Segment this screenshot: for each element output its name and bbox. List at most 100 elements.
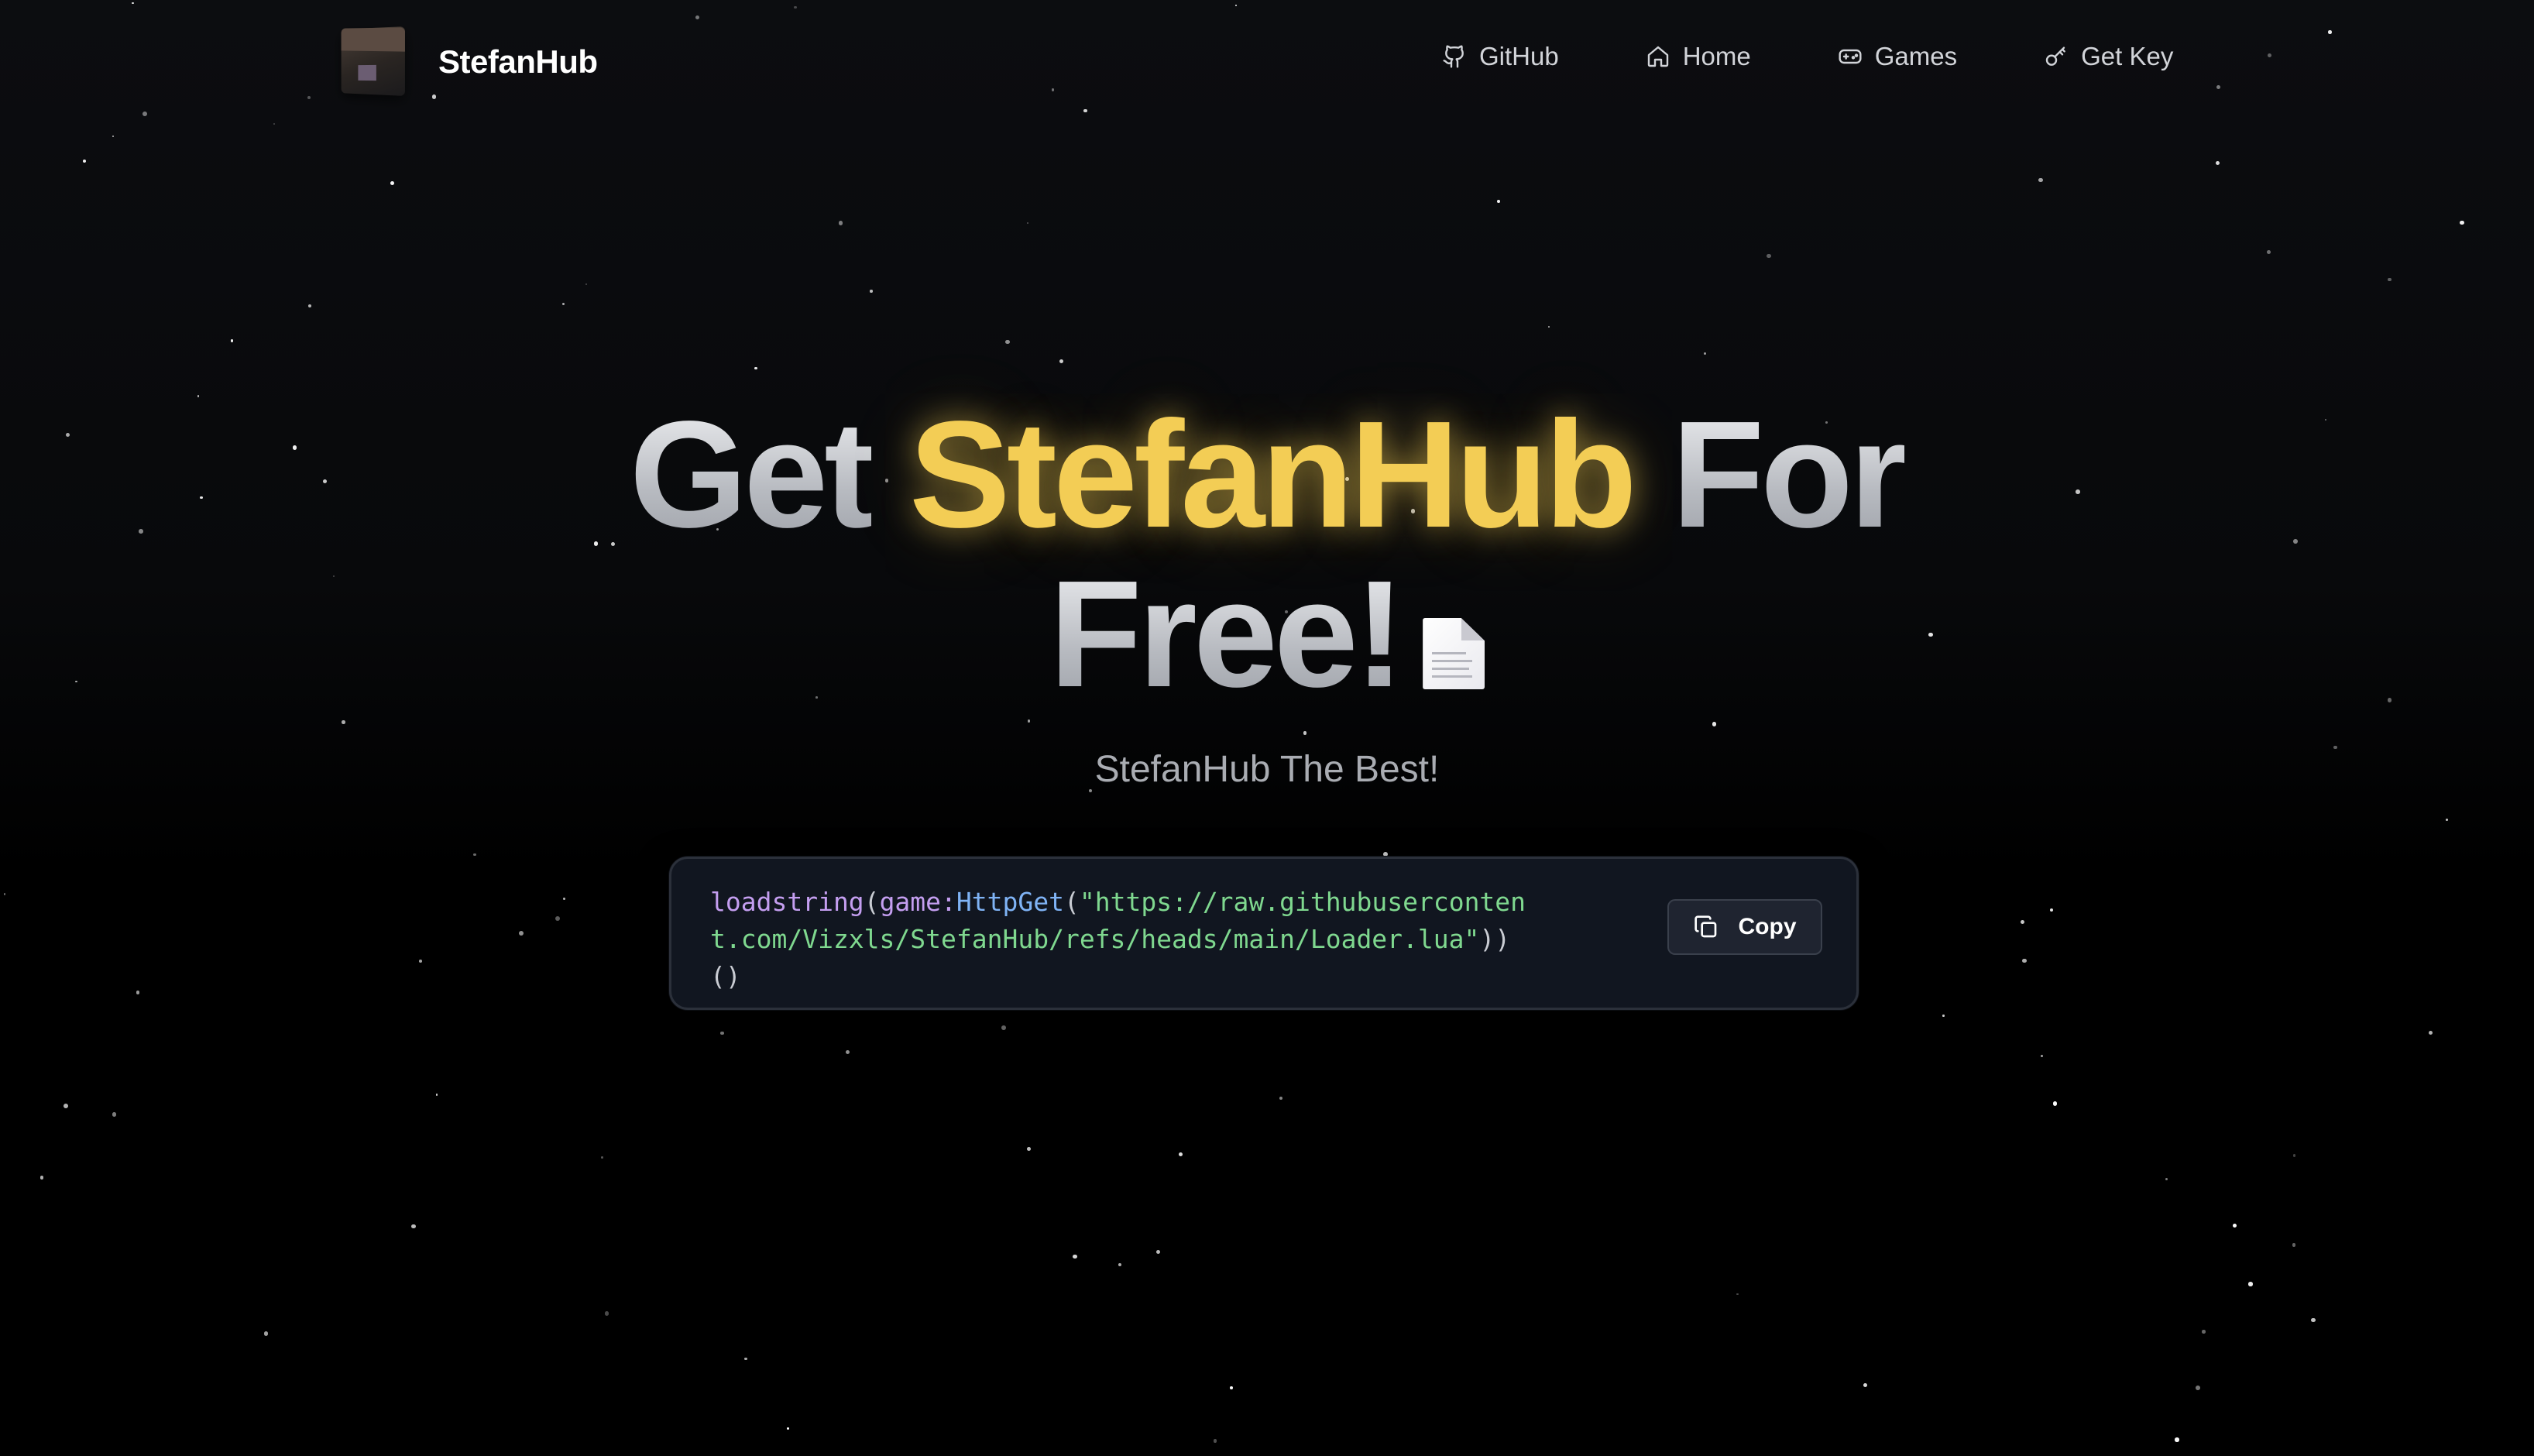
star [4, 893, 6, 895]
headline-part-2: For [1671, 390, 1908, 559]
hero-subtitle: StefanHub The Best! [1094, 749, 1440, 790]
star [2388, 278, 2392, 282]
star [1213, 1439, 1217, 1443]
nav-link-home[interactable]: Home [1646, 42, 1751, 71]
hero-section: Get StefanHub For Free! StefanHub The Be… [0, 395, 2534, 791]
copy-button-label: Copy [1738, 914, 1797, 939]
star [2292, 1153, 2296, 1157]
star [308, 304, 312, 307]
star [2022, 958, 2027, 963]
star [870, 290, 873, 293]
star [2429, 1030, 2433, 1035]
star [1118, 1262, 1122, 1266]
star [2052, 1101, 2057, 1106]
star [112, 1112, 117, 1117]
star [1382, 851, 1388, 857]
star [744, 1357, 747, 1361]
code-colon: : [941, 887, 956, 917]
star [2233, 1224, 2237, 1228]
star [2049, 908, 2054, 912]
headline-highlight: StefanHub [909, 390, 1637, 559]
code-function: loadstring [710, 887, 864, 917]
star [601, 1156, 604, 1159]
avatar-cube-icon [331, 22, 412, 102]
nav-link-games-label: Games [1874, 42, 1958, 70]
star [1179, 1152, 1183, 1157]
copy-button[interactable]: Copy [1667, 899, 1822, 955]
document-icon [1423, 618, 1485, 689]
star [1229, 1386, 1233, 1389]
star [754, 366, 758, 370]
star [2446, 819, 2448, 821]
star [1863, 1383, 1867, 1388]
star [1026, 1146, 1031, 1151]
star [2040, 1054, 2044, 1058]
nav-link-github[interactable]: GitHub [1442, 42, 1559, 71]
loader-code-box: loadstring(game:HttpGet("https://raw.git… [669, 857, 1859, 1010]
star [112, 135, 114, 138]
star [2248, 1282, 2253, 1286]
star [64, 1103, 69, 1108]
star [2196, 1385, 2201, 1390]
star [2038, 177, 2043, 183]
star [604, 1311, 609, 1316]
star [2311, 1317, 2316, 1323]
headline-part-3: Free! [1049, 549, 1405, 719]
code-paren-open: ( [864, 887, 880, 917]
star [264, 1331, 269, 1336]
hero-headline: Get StefanHub For Free! [0, 395, 2534, 714]
star [2460, 221, 2464, 225]
loader-code[interactable]: loadstring(game:HttpGet("https://raw.git… [710, 884, 1539, 995]
home-icon [1647, 46, 1668, 67]
star [2215, 160, 2220, 165]
star [1942, 1015, 1945, 1017]
star [839, 221, 843, 225]
nav-link-games[interactable]: Games [1838, 42, 1957, 71]
github-icon [1443, 45, 1464, 68]
star [436, 1094, 438, 1096]
star [563, 898, 566, 901]
nav-link-get-key[interactable]: Get Key [2044, 42, 2173, 71]
star [411, 1224, 416, 1229]
star [1279, 1096, 1283, 1101]
star [390, 181, 394, 186]
star [555, 915, 561, 921]
star [1155, 1249, 1161, 1255]
nav-links: GitHub Home Games Get Key [1442, 42, 2173, 71]
star [230, 339, 234, 342]
code-paren-open-2: ( [1064, 887, 1080, 917]
brand-name: StefanHub [438, 43, 598, 80]
star [1496, 199, 1500, 203]
star [2175, 1437, 2179, 1442]
star [1736, 1293, 1739, 1296]
star [1704, 352, 1706, 355]
code-method: HttpGet [956, 887, 1064, 917]
star [846, 1050, 850, 1055]
star [2202, 1330, 2206, 1334]
star [136, 990, 140, 994]
headline-part-1: Get [629, 390, 875, 559]
top-navigation: StefanHub GitHub Home Games Get Key [0, 0, 2534, 124]
star [720, 1031, 725, 1035]
copy-icon [1694, 915, 1716, 938]
nav-link-get-key-label: Get Key [2081, 42, 2174, 70]
star [1027, 222, 1029, 225]
star [1059, 359, 1063, 364]
star [473, 853, 476, 857]
star [1767, 253, 1772, 259]
key-icon [2045, 46, 2065, 66]
star [2020, 919, 2025, 925]
star [2165, 1178, 2168, 1181]
star [518, 931, 524, 936]
star [419, 960, 423, 963]
star [82, 160, 86, 163]
star [1073, 1254, 1077, 1259]
star [2266, 250, 2271, 255]
brand[interactable]: StefanHub [331, 22, 598, 102]
star [1548, 325, 1550, 328]
nav-link-home-label: Home [1682, 42, 1751, 70]
star [1005, 339, 1010, 345]
gamepad-icon [1839, 49, 1862, 64]
nav-link-github-label: GitHub [1479, 42, 1559, 70]
star [2292, 1242, 2296, 1247]
